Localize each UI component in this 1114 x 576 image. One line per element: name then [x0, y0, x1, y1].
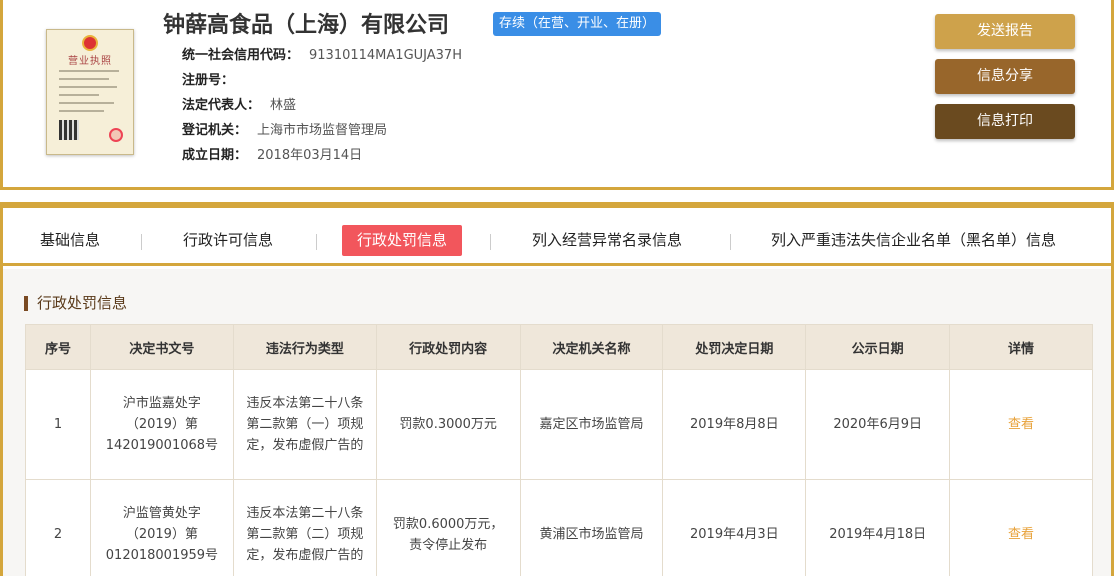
column-header-index: 序号 [25, 324, 91, 370]
company-header-card: 营业执照 钟薛高食品（上海）有限公司 存续（在营、开业、在册） 统一社会信用代码… [0, 0, 1114, 190]
cell-publish-date: 2020年6月9日 [805, 369, 951, 480]
legal-representative-value: 林盛 [270, 98, 297, 113]
tab-divider [490, 234, 491, 250]
tab-admin-license[interactable]: 行政许可信息 [183, 225, 273, 256]
tab-admin-penalty[interactable]: 行政处罚信息 [342, 225, 463, 256]
cell-index: 1 [25, 369, 91, 480]
column-header-decision-date: 处罚决定日期 [662, 324, 807, 370]
cell-violation: 违反本法第二十八条第二款第（一）项规定，发布虚假广告的 [232, 369, 377, 480]
share-info-button[interactable]: 信息分享 [935, 59, 1075, 94]
table-row: 1 沪市监嘉处字（2019）第142019001068号 违反本法第二十八条第二… [25, 369, 1093, 480]
cell-decision-date: 2019年8月8日 [662, 369, 807, 480]
tab-abnormal-operation[interactable]: 列入经营异常名录信息 [532, 225, 682, 256]
national-emblem-icon [82, 35, 98, 51]
established-date-label: 成立日期： [182, 148, 248, 163]
column-header-detail: 详情 [949, 324, 1093, 370]
tab-basic-info[interactable]: 基础信息 [40, 225, 100, 256]
tab-blacklist[interactable]: 列入严重违法失信企业名单（黑名单）信息 [771, 225, 1056, 256]
cell-decision-date: 2019年4月3日 [662, 479, 807, 576]
established-date-value: 2018年03月14日 [257, 148, 363, 163]
registration-number-row: 注册号： [182, 69, 244, 88]
cell-publish-date: 2019年4月18日 [805, 479, 951, 576]
column-header-authority: 决定机关名称 [519, 324, 664, 370]
column-header-doc-no: 决定书文号 [89, 324, 234, 370]
table-row: 2 沪监管黄处字（2019）第012018001959号 违反本法第二十八条第二… [25, 479, 1093, 576]
cell-penalty: 罚款0.6000万元，责令停止发布 [375, 479, 521, 576]
tab-bar: 基础信息 行政许可信息 行政处罚信息 列入经营异常名录信息 列入严重违法失信企业… [3, 208, 1111, 266]
cell-violation: 违反本法第二十八条第二款第（二）项规定，发布虚假广告的 [232, 479, 377, 576]
license-text-line [59, 94, 99, 96]
qr-code-icon [59, 120, 79, 140]
penalty-table: 序号 决定书文号 违法行为类型 行政处罚内容 决定机关名称 处罚决定日期 公示日… [25, 324, 1093, 576]
credit-code-value: 91310114MA1GUJA37H [309, 48, 462, 63]
registration-authority-row: 登记机关： 上海市市场监督管理局 [182, 119, 387, 138]
established-date-row: 成立日期： 2018年03月14日 [182, 144, 362, 163]
penalty-section: 行政处罚信息 序号 决定书文号 违法行为类型 行政处罚内容 决定机关名称 处罚决… [3, 269, 1111, 576]
cell-penalty: 罚款0.3000万元 [375, 369, 521, 480]
credit-code-label: 统一社会信用代码： [182, 48, 300, 63]
cell-authority: 黄浦区市场监管局 [519, 479, 664, 576]
column-header-penalty: 行政处罚内容 [375, 324, 521, 370]
send-report-button[interactable]: 发送报告 [935, 14, 1075, 49]
section-title: 行政处罚信息 [24, 296, 127, 311]
registration-authority-label: 登记机关： [182, 123, 248, 138]
detail-panel: 基础信息 行政许可信息 行政处罚信息 列入经营异常名录信息 列入严重违法失信企业… [0, 202, 1114, 576]
cell-detail: 查看 [949, 369, 1093, 480]
tab-divider [730, 234, 731, 250]
license-title: 营业执照 [68, 56, 112, 67]
view-detail-link[interactable]: 查看 [1008, 527, 1034, 542]
column-header-violation: 违法行为类型 [232, 324, 377, 370]
license-text-line [59, 102, 114, 104]
cell-detail: 查看 [949, 479, 1093, 576]
company-name: 钟薛高食品（上海）有限公司 [163, 13, 450, 38]
registration-authority-value: 上海市市场监督管理局 [257, 123, 388, 138]
print-info-button[interactable]: 信息打印 [935, 104, 1075, 139]
credit-code-row: 统一社会信用代码： 91310114MA1GUJA37H [182, 44, 462, 63]
tab-divider [141, 234, 142, 250]
license-text-line [59, 86, 117, 88]
cell-doc-no: 沪市监嘉处字（2019）第142019001068号 [89, 369, 234, 480]
status-badge: 存续（在营、开业、在册） [493, 12, 662, 36]
legal-representative-row: 法定代表人： 林盛 [182, 94, 296, 113]
cell-doc-no: 沪监管黄处字（2019）第012018001959号 [89, 479, 234, 576]
license-text-line [59, 110, 104, 112]
view-detail-link[interactable]: 查看 [1008, 417, 1034, 432]
registration-number-label: 注册号： [182, 73, 235, 88]
official-seal-icon [109, 128, 123, 142]
license-text-line [59, 70, 119, 72]
cell-index: 2 [25, 479, 91, 576]
license-text-line [59, 78, 109, 80]
table-header-row: 序号 决定书文号 违法行为类型 行政处罚内容 决定机关名称 处罚决定日期 公示日… [25, 324, 1093, 370]
tab-divider [316, 234, 317, 250]
cell-authority: 嘉定区市场监管局 [519, 369, 664, 480]
column-header-publish-date: 公示日期 [805, 324, 951, 370]
legal-representative-label: 法定代表人： [182, 98, 261, 113]
business-license-image[interactable]: 营业执照 [46, 29, 134, 155]
